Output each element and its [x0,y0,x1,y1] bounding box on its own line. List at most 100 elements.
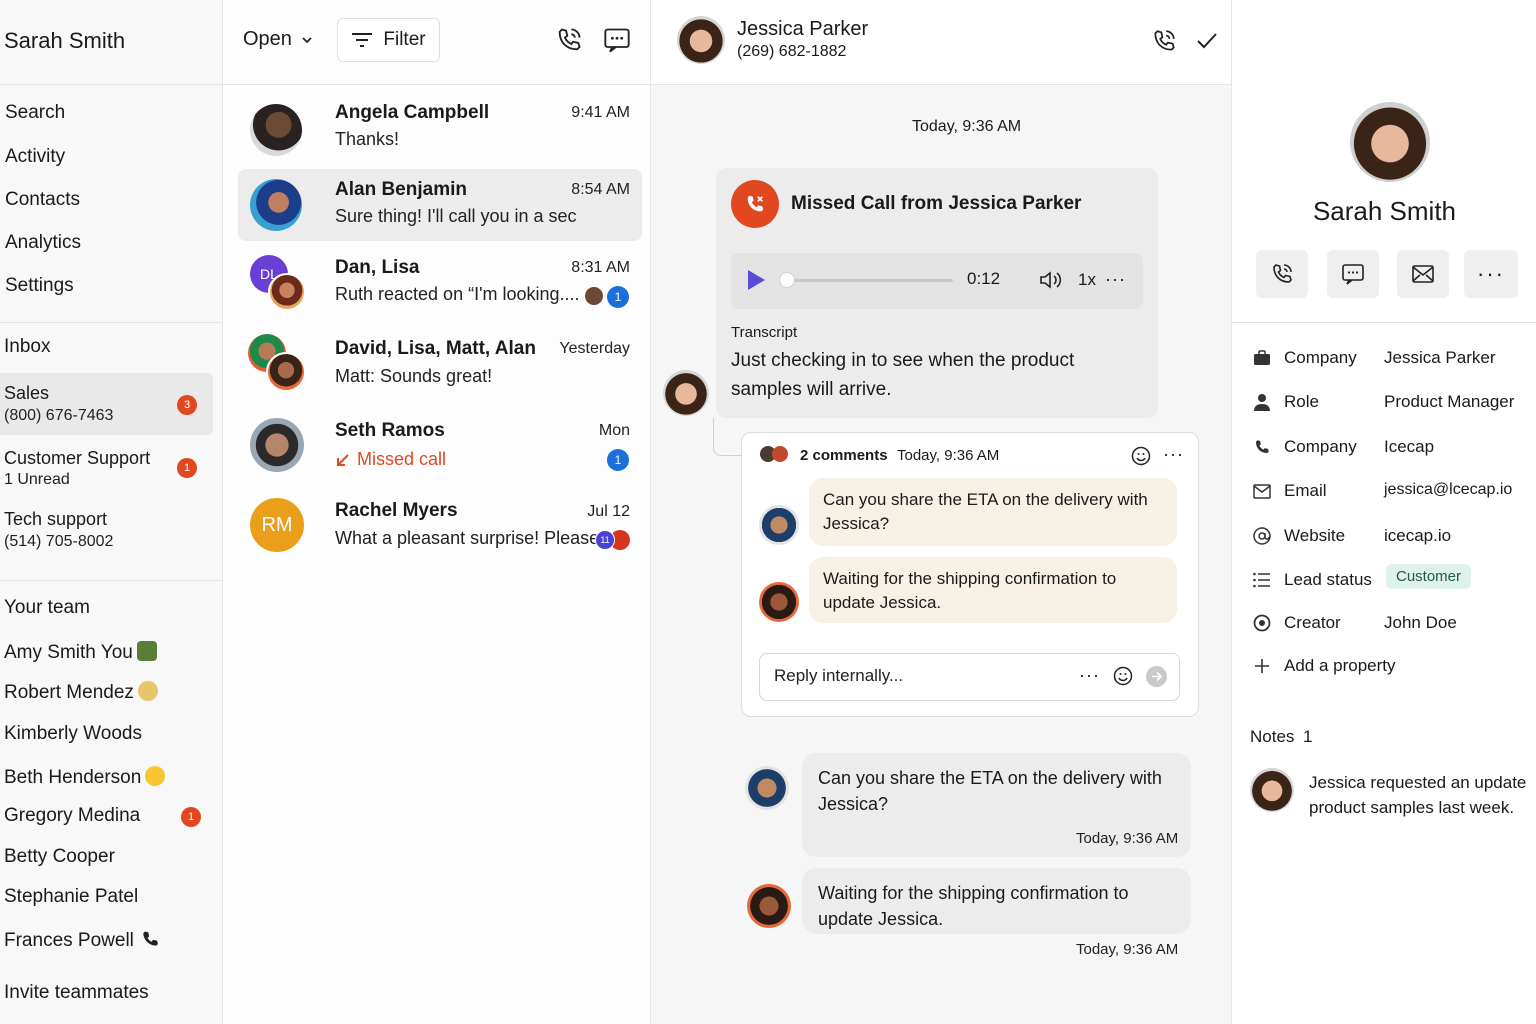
play-icon[interactable] [746,269,766,291]
more-actions-button[interactable]: ··· [1464,250,1518,298]
contact-avatar[interactable] [677,16,725,64]
status-dropdown[interactable]: Open [243,28,314,51]
avatar [268,273,306,311]
island-icon [137,681,158,701]
property-value[interactable]: icecap.io [1384,526,1451,546]
team-member-name: Robert Mendez [4,682,134,703]
inbox-item-customer-support[interactable]: Customer Support [4,448,150,469]
inbox-phone: (800) 676-7463 [4,407,114,424]
new-message-icon[interactable] [603,26,631,54]
mail-icon [1411,264,1435,284]
property-value[interactable]: Product Manager [1384,392,1514,412]
conversation-name: Angela Campbell [335,102,490,123]
sender-avatar [663,370,709,416]
team-member-name: Beth Henderson [4,767,142,788]
send-icon[interactable] [1146,666,1167,687]
more-options-icon[interactable]: ··· [1163,444,1184,465]
conversation-preview: Ruth reacted on “I'm looking.... [335,284,580,304]
emoji-picker-icon[interactable] [1113,666,1133,686]
emoji-react-icon[interactable] [1131,446,1151,466]
filter-button[interactable]: Filter [337,18,440,62]
notes-label: Notes [1250,727,1295,746]
person-icon [1252,392,1272,412]
property-value[interactable]: John Doe [1384,613,1457,633]
comments-count[interactable]: 2 comments [800,447,888,464]
team-member-name: Betty Cooper [4,846,115,867]
nav-analytics[interactable]: Analytics [5,232,81,254]
property-value[interactable]: Jessica Parker [1384,348,1495,368]
desk-icon [136,641,157,661]
lead-status-pill[interactable]: Customer [1386,564,1472,589]
playback-speed[interactable]: 1x [1078,270,1096,290]
unread-badge: 3 [177,395,197,415]
transcript-text: Just checking in to see when the product… [731,350,1075,400]
property-value[interactable]: jessica@lcecap.io [1384,481,1512,499]
internal-comment: Waiting for the shipping confirmation to… [809,557,1177,623]
conversation-item[interactable]: Angela Campbell 9:41 AM Thanks! [238,94,642,166]
unread-badge: 1 [177,458,197,478]
property-label: Website [1284,526,1346,545]
message-icon [1341,262,1365,286]
email-button[interactable] [1397,250,1449,298]
avatar [250,179,302,231]
unread-badge: 1 [607,286,629,308]
workspace-user-name[interactable]: Sarah Smith [4,28,125,54]
contact-phone: (269) 682-1882 [737,43,847,60]
team-member-kimberly-woods[interactable]: Kimberly Woods [4,723,142,745]
conversation-item[interactable]: DL Dan, Lisa 8:31 AM Ruth reacted on “I'… [238,247,642,319]
team-member-beth-henderson[interactable]: Beth Henderson [4,766,166,789]
reaction-avatar [585,287,603,305]
more-options-icon: ··· [1477,261,1505,286]
team-member-gregory-medina[interactable]: Gregory Medina [4,805,140,827]
team-member-stephanie-patel[interactable]: Stephanie Patel [4,886,138,908]
phone-icon [140,929,160,949]
audio-progress-track[interactable] [785,279,953,282]
thread-connector [713,418,743,456]
list-icon [1252,570,1272,590]
sidebar: Sarah Smith Search Activity Contacts Ana… [0,0,223,1024]
date-stamp: Today, 9:36 AM [912,118,1022,135]
comment-avatar [772,446,788,462]
conversation-time: Yesterday [559,340,630,357]
conversation-item-selected[interactable]: Alan Benjamin 8:54 AM Sure thing! I'll c… [238,169,642,241]
contact-profile-avatar [1350,102,1430,182]
message-button[interactable] [1327,250,1379,298]
inbox-item-tech-support[interactable]: Tech support [4,509,107,530]
team-member-amy-smith[interactable]: Amy Smith You [4,641,157,664]
mail-icon [1252,481,1272,501]
at-icon [1252,526,1272,546]
nav-contacts[interactable]: Contacts [5,189,80,211]
add-property-button[interactable]: Add a property [1284,656,1396,676]
participant-count-badge: 11 [595,530,615,550]
filter-icon [351,32,373,48]
team-member-robert-mendez[interactable]: Robert Mendez [4,681,158,704]
volume-icon[interactable] [1039,270,1063,290]
conversation-item[interactable]: David, Lisa, Matt, Alan Yesterday Matt: … [238,328,642,400]
audio-scrub-handle[interactable] [779,272,795,288]
team-member-betty-cooper[interactable]: Betty Cooper [4,846,115,868]
status-dropdown-label: Open [243,28,292,50]
property-value[interactable]: Icecap [1384,437,1434,457]
conversation-item[interactable]: Seth Ramos Mon Missed call 1 [238,410,642,482]
more-options-icon[interactable]: ··· [1105,269,1126,290]
conversation-item[interactable]: RM Rachel Myers Jul 12 What a pleasant s… [238,490,642,562]
more-options-icon[interactable]: ··· [1079,665,1100,686]
unread-badge: 1 [181,807,201,827]
comments-time: Today, 9:36 AM [897,447,1000,464]
audio-time: 0:12 [967,269,1001,288]
nav-search[interactable]: Search [5,102,65,124]
phone-icon [1252,437,1272,457]
call-icon[interactable] [1151,28,1177,54]
message-text: Can you share the ETA on the delivery wi… [818,768,1162,814]
mark-done-check-icon[interactable] [1195,30,1219,52]
contact-details-panel: Sarah Smith ··· Company Jessica Parker R… [1231,0,1536,1024]
nav-settings[interactable]: Settings [5,275,74,297]
call-button[interactable] [1256,250,1308,298]
nav-activity[interactable]: Activity [5,146,65,168]
phone-call-icon[interactable] [555,26,583,54]
team-member-frances-powell[interactable]: Frances Powell [4,929,160,952]
invite-teammates-link[interactable]: Invite teammates [4,982,149,1004]
avatar [266,352,306,392]
conversation-name: Dan, Lisa [335,257,420,278]
conversation-preview: Missed call [357,449,447,469]
